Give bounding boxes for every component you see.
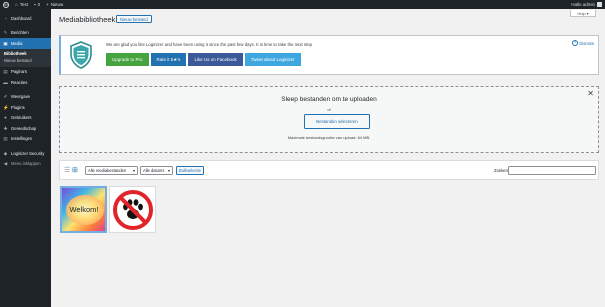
wrench-icon: ✚ [3,125,8,131]
media-icon: ▣ [3,40,8,46]
admin-bar: W ⌂ Test ▪ 0 + Nieuw Hallo admin [0,0,605,9]
shield-icon: ◆ [3,150,8,156]
sidebar-item-label: Plugins [11,104,25,110]
dismiss-notice-link[interactable]: ✕ Dismiss [571,40,594,46]
plug-icon: ⚡ [3,104,9,110]
sidebar-item-label: Instellingen [11,136,33,142]
sidebar-item-comments[interactable]: ▬ Reacties [0,77,51,88]
sidebar-item-label: Loginizer Security [11,150,45,156]
search-label: Zoeken [494,168,508,173]
site-name-link[interactable]: ⌂ Test [15,2,28,7]
main-content: Hulp ▾ Mediabibliotheek Nieuw bestand We … [51,9,605,307]
chevron-down-icon: ▾ [586,10,589,16]
new-content-label: Nieuw [50,2,64,7]
media-submenu: Bibliotheek Nieuw bestand [0,48,51,67]
chevron-down-icon: ▾ [167,168,170,173]
comment-icon: ▬ [3,79,8,85]
help-tab-label: Hulp [577,10,586,16]
or-text: of [327,107,331,112]
sidebar-item-label: Menu inklappen [11,161,41,167]
date-value: Alle datums [143,168,165,173]
media-toolbar: ☰ ⊞ Alle mediabestanden ▾ Alle datums ▾ Bu… [59,160,599,180]
sidebar-item-label: Gereedschap [11,125,37,131]
thumbnail-caption: Welkom! [69,205,98,214]
sidebar-item-appearance[interactable]: ✐ Weergave [0,92,51,103]
loginizer-notice: We are glad you like Loginizer and have … [59,35,599,75]
comments-count: 0 [37,2,41,7]
rate-button[interactable]: Rate it 5★'s [150,53,187,66]
comments-link[interactable]: ▪ 0 [34,2,40,7]
submenu-library[interactable]: Bibliotheek [0,50,51,58]
upgrade-to-pro-button[interactable]: Upgrade to Pro [106,53,149,66]
sidebar-item-loginizer[interactable]: ◆ Loginizer Security [0,148,51,159]
admin-sidebar: ◔ Dashboard ✎ Berichten ▣ Media Biblioth… [0,9,51,307]
list-view-icon[interactable]: ☰ [64,167,71,174]
pin-icon: ✎ [3,30,8,36]
sidebar-item-label: Reacties [11,79,28,85]
page-title: Mediabibliotheek [59,15,116,24]
settings-icon: ▥ [3,136,8,142]
date-select[interactable]: Alle datums ▾ [140,166,173,175]
no-pets-sign-thumbnail [110,187,155,232]
add-new-button[interactable]: Nieuw bestand [116,15,152,23]
new-content-link[interactable]: + Nieuw [46,2,63,7]
dismiss-label: Dismiss [579,40,594,46]
sidebar-item-settings[interactable]: ▥ Instellingen [0,134,51,145]
select-files-button[interactable]: Bestanden selecteren [304,114,370,129]
my-account[interactable]: Hallo admin [571,2,602,7]
home-icon: ⌂ [15,2,18,7]
shield-logo-icon [70,41,92,69]
avatar [597,2,602,7]
facebook-like-button[interactable]: Like Us on Facebook [188,53,243,66]
comment-icon: ▪ [33,2,36,7]
bulk-select-button[interactable]: Bulkselectie [176,166,204,175]
sidebar-item-pages[interactable]: ▤ Pagina's [0,67,51,78]
drop-instructions: Sleep bestanden om te uploaden [281,96,377,103]
chevron-down-icon: ▾ [132,168,135,173]
media-type-select[interactable]: Alle mediabestanden ▾ [85,166,138,175]
notice-buttons: Upgrade to Pro Rate it 5★'s Like Us on F… [106,53,301,66]
sidebar-item-label: Gebruikers [11,115,32,121]
search-input[interactable] [508,166,596,175]
collapse-icon: ◀ [3,161,8,167]
sidebar-item-posts[interactable]: ✎ Berichten [0,28,51,39]
notice-message: We are glad you like Loginizer and have … [106,42,313,47]
dashboard-icon: ◔ [4,15,7,21]
max-upload-size: Maximale bestandsgrootte van upload: 64 … [287,135,371,140]
sidebar-collapse[interactable]: ◀ Menu inklappen [0,159,51,170]
sidebar-item-label: Dashboard [11,15,32,21]
sidebar-item-users[interactable]: ● Gebruikers [0,113,51,124]
tweet-button[interactable]: Tweet about Loginizer [244,53,301,66]
sidebar-item-dashboard[interactable]: ◔ Dashboard [0,13,51,24]
brush-icon: ✐ [3,94,8,100]
page-icon: ▤ [3,69,8,75]
media-type-value: Alle mediabestanden [88,168,127,173]
sidebar-item-label: Media [11,40,23,46]
greeting-text: Hallo admin [571,2,595,7]
close-icon: ✕ [571,40,578,46]
media-item-no-pets[interactable] [109,186,156,233]
sidebar-item-label: Weergave [11,94,31,100]
wordpress-logo-icon[interactable]: W [3,1,9,8]
sidebar-item-plugins[interactable]: ⚡ Plugins [0,102,51,113]
upload-dropzone[interactable]: ✕ Sleep bestanden om te uploaden of Best… [59,86,599,153]
sidebar-item-label: Berichten [11,30,29,36]
sidebar-item-label: Pagina's [11,69,27,75]
media-item-welcome[interactable]: Welkom! [60,186,107,233]
submenu-add-new[interactable]: Nieuw bestand [0,57,51,65]
site-name-label: Test [19,2,28,7]
help-tab[interactable]: Hulp ▾ [570,10,596,17]
users-icon: ● [4,115,7,121]
grid-view-icon[interactable]: ⊞ [72,167,79,174]
plus-icon: + [46,2,49,7]
welcome-image-thumbnail: Welkom! [62,188,105,231]
sidebar-item-media[interactable]: ▣ Media [0,38,51,49]
sidebar-item-tools[interactable]: ✚ Gereedschap [0,123,51,134]
